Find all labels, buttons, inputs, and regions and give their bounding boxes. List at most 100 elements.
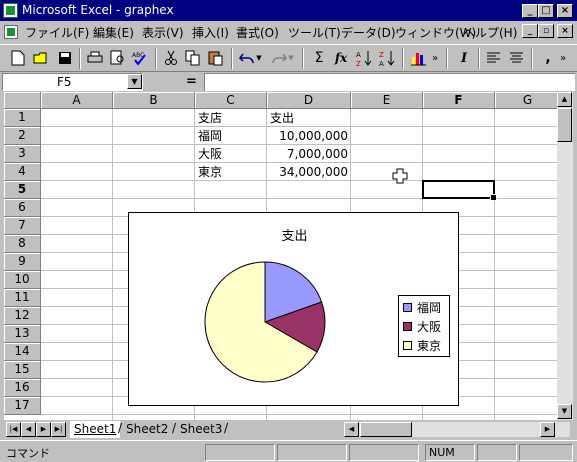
- toolbar-separator: [531, 48, 533, 69]
- cell-d2[interactable]: 10,000,000: [267, 127, 348, 145]
- toolbar-separator: [231, 48, 233, 69]
- menu-format[interactable]: 書式(O): [236, 24, 279, 41]
- menu-help[interactable]: ヘルプ(H): [463, 24, 517, 41]
- sheet-tab-sheet3[interactable]: Sheet3: [176, 421, 226, 438]
- row-header-7[interactable]: 7: [4, 217, 41, 235]
- align-left-icon[interactable]: [484, 48, 504, 68]
- row-header-14[interactable]: 14: [4, 343, 41, 361]
- align-center-icon[interactable]: [507, 48, 527, 68]
- save-icon[interactable]: [55, 48, 75, 68]
- cell-d4[interactable]: 34,000,000: [267, 163, 348, 181]
- column-header-c[interactable]: C: [195, 92, 267, 109]
- undo-dropdown-icon[interactable]: ▼: [254, 48, 264, 68]
- scroll-left-button[interactable]: ◀: [344, 422, 359, 437]
- menu-file[interactable]: ファイル(F): [25, 24, 89, 41]
- column-header-a[interactable]: A: [41, 92, 113, 109]
- menu-insert[interactable]: 挿入(I): [192, 24, 229, 41]
- prev-sheet-button[interactable]: ◀: [21, 422, 36, 437]
- close-button[interactable]: ×: [557, 4, 573, 18]
- vertical-scroll-thumb[interactable]: [557, 108, 572, 142]
- row-header-9[interactable]: 9: [4, 253, 41, 271]
- cell-c1[interactable]: 支店: [198, 109, 222, 127]
- name-box[interactable]: F5: [2, 73, 143, 91]
- doc-minimize-button[interactable]: _: [522, 24, 538, 38]
- select-all-button[interactable]: [4, 92, 41, 109]
- row-header-16[interactable]: 16: [4, 379, 41, 397]
- spelling-icon[interactable]: ABC: [130, 48, 150, 68]
- row-header-12[interactable]: 12: [4, 307, 41, 325]
- menu-view[interactable]: 表示(V): [142, 24, 184, 41]
- sheet-tab-sheet2[interactable]: Sheet2: [122, 421, 172, 438]
- menu-edit[interactable]: 編集(E): [93, 24, 134, 41]
- new-file-icon[interactable]: [8, 48, 28, 68]
- legend-item-tokyo: 東京: [403, 336, 441, 354]
- name-box-dropdown-icon[interactable]: ▼: [127, 74, 142, 89]
- open-folder-icon[interactable]: [31, 48, 51, 68]
- column-header-d[interactable]: D: [267, 92, 351, 109]
- row-header-11[interactable]: 11: [4, 289, 41, 307]
- print-preview-icon[interactable]: [108, 48, 128, 68]
- doc-close-button[interactable]: ×: [557, 24, 573, 38]
- function-icon[interactable]: fx: [331, 48, 351, 68]
- gridline: [112, 109, 113, 420]
- more-buttons-icon[interactable]: »: [430, 48, 440, 68]
- column-header-b[interactable]: B: [113, 92, 195, 109]
- row-header-10[interactable]: 10: [4, 271, 41, 289]
- menu-tools[interactable]: ツール(T): [288, 24, 341, 41]
- chart-legend[interactable]: 福岡 大阪 東京: [398, 295, 450, 357]
- horizontal-scrollbar[interactable]: ◀ ▶: [344, 422, 570, 437]
- vertical-scrollbar[interactable]: ▲ ▼: [557, 92, 573, 420]
- sheet-tab-sheet1[interactable]: Sheet1: [70, 421, 121, 438]
- column-header-e[interactable]: E: [351, 92, 423, 109]
- last-sheet-button[interactable]: ▶|: [51, 422, 66, 437]
- cell-c2[interactable]: 福岡: [198, 127, 222, 145]
- next-sheet-button[interactable]: ▶: [36, 422, 51, 437]
- comma-style-button[interactable]: ,: [538, 48, 558, 68]
- row-header-6[interactable]: 6: [4, 199, 41, 217]
- pie-chart[interactable]: 支出 福岡 大阪 東京: [128, 212, 459, 406]
- scroll-right-button[interactable]: ▶: [540, 422, 555, 437]
- scroll-up-button[interactable]: ▲: [557, 92, 572, 107]
- row-header-2[interactable]: 2: [4, 127, 41, 145]
- column-header-g[interactable]: G: [495, 92, 561, 109]
- window-title: Microsoft Excel - graphex: [22, 3, 174, 17]
- cell-c3[interactable]: 大阪: [198, 145, 222, 163]
- row-header-17[interactable]: 17: [4, 397, 41, 415]
- workbook-icon[interactable]: [4, 25, 18, 39]
- maximize-button[interactable]: □: [538, 4, 554, 18]
- excel-app-icon[interactable]: [3, 3, 18, 18]
- italic-button[interactable]: I: [454, 48, 474, 68]
- edit-formula-button[interactable]: =: [186, 74, 197, 89]
- print-icon[interactable]: [85, 48, 105, 68]
- cell-c4[interactable]: 東京: [198, 163, 222, 181]
- menu-data[interactable]: データ(D): [341, 24, 396, 41]
- cell-d1[interactable]: 支出: [270, 109, 294, 127]
- chart-wizard-icon[interactable]: [409, 48, 429, 68]
- minimize-button[interactable]: _: [522, 4, 538, 18]
- row-header-5[interactable]: 5: [4, 181, 41, 199]
- toolbar-separator: [155, 48, 157, 69]
- row-header-1[interactable]: 1: [4, 109, 41, 127]
- formula-input[interactable]: [204, 73, 575, 91]
- first-sheet-button[interactable]: |◀: [6, 422, 21, 437]
- row-header-15[interactable]: 15: [4, 361, 41, 379]
- svg-text:A: A: [356, 51, 361, 59]
- paste-icon[interactable]: [206, 48, 226, 68]
- copy-icon[interactable]: [183, 48, 203, 68]
- sort-ascending-icon[interactable]: AZ: [354, 48, 374, 68]
- row-header-4[interactable]: 4: [4, 163, 41, 181]
- more-buttons-icon[interactable]: »: [558, 48, 568, 68]
- cut-icon[interactable]: [161, 48, 181, 68]
- autosum-icon[interactable]: Σ: [309, 48, 329, 68]
- row-header-3[interactable]: 3: [4, 145, 41, 163]
- cell-d3[interactable]: 7,000,000: [267, 145, 348, 163]
- redo-dropdown-icon[interactable]: ▼: [286, 48, 296, 68]
- horizontal-scroll-thumb[interactable]: [360, 422, 412, 437]
- row-header-13[interactable]: 13: [4, 325, 41, 343]
- doc-restore-button[interactable]: ▫: [538, 24, 554, 38]
- active-cell-f5[interactable]: [422, 180, 497, 201]
- row-header-8[interactable]: 8: [4, 235, 41, 253]
- sort-descending-icon[interactable]: ZA: [377, 48, 397, 68]
- column-header-f[interactable]: F: [423, 92, 495, 109]
- scroll-down-button[interactable]: ▼: [557, 404, 572, 419]
